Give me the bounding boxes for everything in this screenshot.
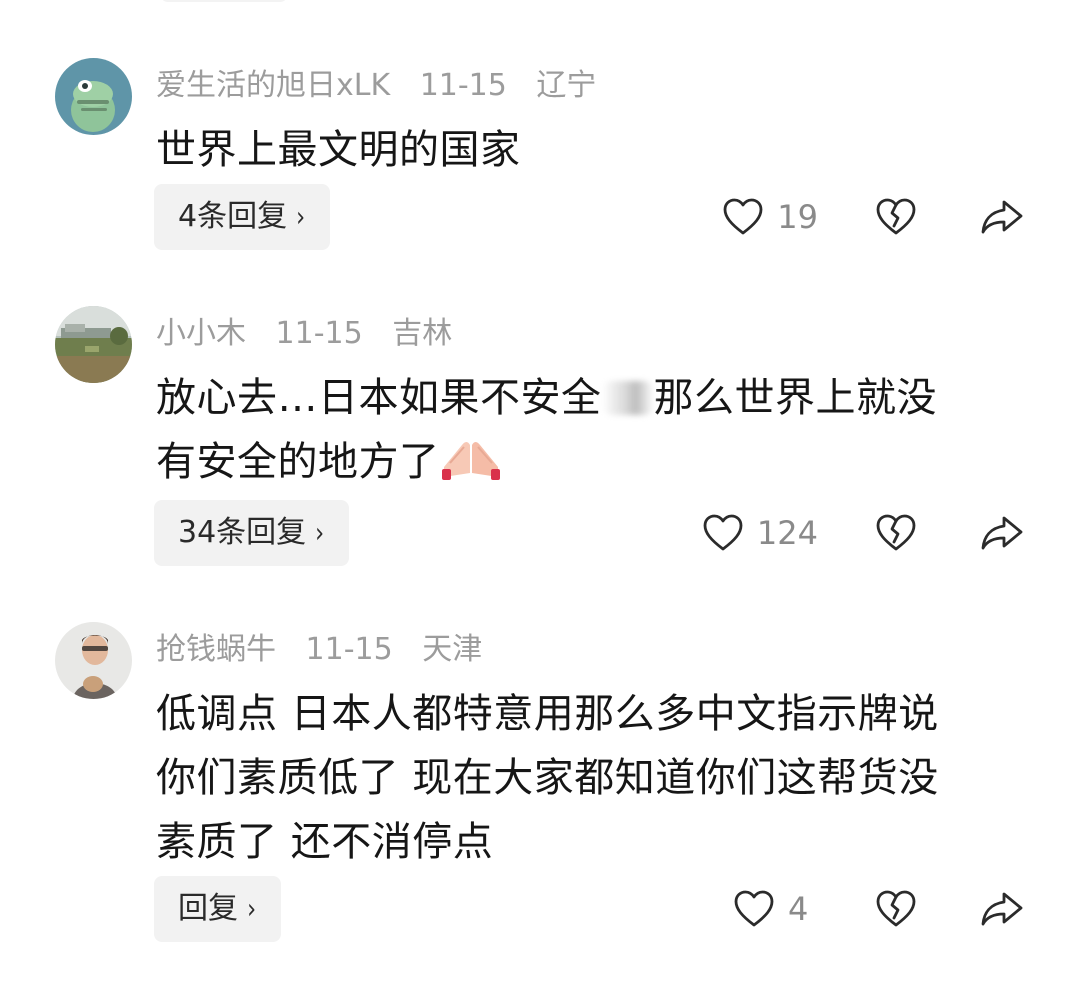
comment-line-part: 有安全的地方了 [156,439,440,485]
chevron-right-icon: › [296,200,306,233]
broken-heart-icon [876,890,916,927]
comment-line: 低调点 日本人都特意用那么多中文指示牌说 [156,691,939,737]
blurred-sticker-icon [601,381,654,415]
dislike-button[interactable] [876,193,916,241]
like-count: 19 [777,198,818,236]
like-button[interactable]: 4 [734,885,818,933]
comment-line: 有安全的地方了 [156,430,1026,494]
comment-line: 素质了 还不消停点 [156,819,494,865]
green-frog-avatar-icon [55,58,132,135]
reply-label: 34条回复 [178,515,307,550]
comment-date: 11-15 [419,68,507,103]
like-count: 124 [756,514,818,552]
comment-line: 世界上最文明的国家 [156,127,521,173]
broken-heart-icon [876,514,916,551]
avatar[interactable] [55,622,132,699]
view-replies-button[interactable]: 34条回复 › [154,500,350,566]
comment-date: 11-15 [305,632,393,667]
chevron-right-icon: › [247,892,257,925]
comment-text: 世界上最文明的国家 [156,118,1026,182]
comment-location: 吉林 [392,316,453,351]
dislike-button[interactable] [876,509,916,557]
share-arrow-icon [981,200,1023,234]
view-replies-button[interactable]: 4条回复 › [154,184,331,250]
share-button[interactable] [980,193,1024,241]
share-button[interactable] [980,509,1024,557]
comment-date: 11-15 [275,316,363,351]
previous-reply-button-edge [160,0,288,2]
heart-outline-icon [723,198,763,235]
comment-line-part: 放心去…日本如果不安全 [156,375,602,421]
broken-heart-icon [876,198,916,235]
person-portrait-avatar-icon [55,622,132,699]
comment-meta: 抢钱蜗牛 11-15 天津 [156,630,502,670]
username[interactable]: 爱生活的旭日xLK [156,68,390,103]
username[interactable]: 小小木 [156,316,246,351]
heart-outline-icon [703,514,743,551]
view-replies-button[interactable]: 回复 › [154,876,282,942]
like-count: 4 [788,890,809,928]
like-button[interactable]: 124 [703,509,818,557]
share-button[interactable] [980,885,1024,933]
reply-label: 4条回复 [178,199,288,234]
comment-location: 辽宁 [536,68,597,103]
heart-outline-icon [734,890,774,927]
comment-text: 低调点 日本人都特意用那么多中文指示牌说 你们素质低了 现在大家都知道你们这帮货… [156,682,1026,874]
comment-text: 放心去…日本如果不安全 那么世界上就没 有安全的地方了 [156,366,1026,494]
comment-location: 天津 [422,632,483,667]
avatar[interactable] [55,58,132,135]
share-arrow-icon [981,516,1023,550]
dislike-button[interactable] [876,885,916,933]
pressed-hands-emoji-icon [441,442,500,480]
comment-line: 放心去…日本如果不安全 那么世界上就没 [156,366,1026,430]
comment-meta: 小小木 11-15 吉林 [156,314,472,354]
like-button[interactable]: 19 [723,193,818,241]
username[interactable]: 抢钱蜗牛 [156,632,276,667]
comment-line-part: 那么世界上就没 [653,375,937,421]
landscape-photo-avatar-icon [55,306,132,383]
comment-line: 你们素质低了 现在大家都知道你们这帮货没 [156,755,939,801]
reply-label: 回复 [178,891,238,926]
comment-meta: 爱生活的旭日xLK 11-15 辽宁 [156,66,616,106]
chevron-right-icon: › [315,516,325,549]
avatar[interactable] [55,306,132,383]
share-arrow-icon [981,892,1023,926]
